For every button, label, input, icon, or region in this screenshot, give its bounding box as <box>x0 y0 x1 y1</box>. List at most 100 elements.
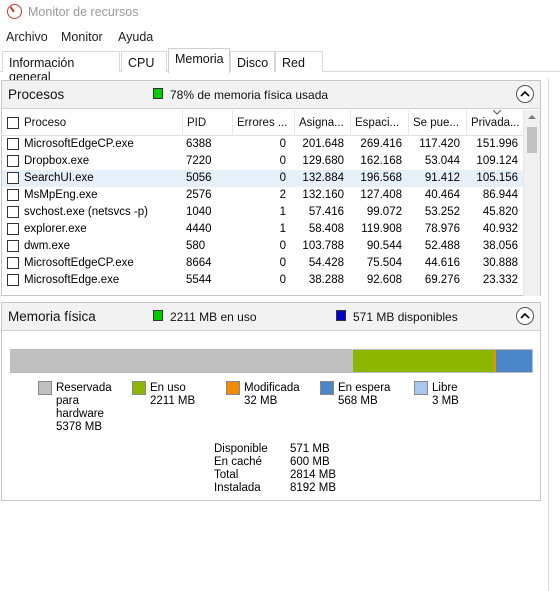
memory-bar-segment-reserved <box>11 350 354 372</box>
row-checkbox[interactable] <box>7 172 19 184</box>
row-checkbox[interactable] <box>7 223 19 235</box>
tab-informacion-general[interactable]: Información general <box>2 51 120 84</box>
row-checkbox[interactable] <box>7 189 19 201</box>
cell-commit: 54.428 <box>308 257 344 269</box>
summary-label: Disponible <box>214 443 268 455</box>
cell-working: 99.072 <box>366 206 402 218</box>
cell-errors: 1 <box>279 206 286 218</box>
tab-disco[interactable]: Disco <box>230 51 275 72</box>
tab-cpu[interactable]: CPU <box>121 51 167 72</box>
cell-pid: 2576 <box>186 189 212 201</box>
cell-name: MicrosoftEdgeCP.exe <box>24 257 134 269</box>
legend-label-in-use: En uso <box>150 382 186 394</box>
cell-working: 75.504 <box>366 257 402 269</box>
cell-working: 196.568 <box>360 172 402 184</box>
tab-red[interactable]: Red <box>275 51 323 72</box>
cell-pid: 7220 <box>186 155 212 167</box>
cell-private: 105.156 <box>476 172 518 184</box>
chevron-up-icon <box>520 90 530 97</box>
table-row[interactable]: Dropbox.exe 7220 0 129.680 162.168 53.044 109.… <box>2 153 524 170</box>
processes-panel: Procesos 78% de memoria física usada Pro… <box>1 80 541 296</box>
processes-panel-header[interactable]: Procesos 78% de memoria física usada <box>2 81 540 109</box>
legend-value-in-use: 2211 MB <box>150 395 196 407</box>
table-row[interactable]: explorer.exe 4440 1 58.408 119.908 78.976 40.9… <box>2 221 524 238</box>
row-checkbox[interactable] <box>7 138 19 150</box>
column-asignacion[interactable]: Asigna... <box>294 110 350 136</box>
cell-private: 38.056 <box>482 240 518 252</box>
summary-row-en-cache: En caché 600 MB <box>214 456 374 469</box>
summary-value: 8192 MB <box>290 482 337 494</box>
cell-name: svchost.exe (netsvcs -p) <box>24 206 148 218</box>
table-row[interactable]: dwm.exe 580 0 103.788 90.544 52.488 38.056 <box>2 238 524 255</box>
summary-row-disponible: Disponible 571 MB <box>214 443 374 456</box>
scroll-thumb[interactable] <box>527 127 537 153</box>
cell-name: Dropbox.exe <box>24 155 90 167</box>
column-proceso[interactable]: Proceso <box>20 110 182 136</box>
processes-scrollbar[interactable] <box>523 110 540 296</box>
legend-swatch-standby <box>320 381 334 395</box>
in-use-text: 2211 MB en uso <box>170 310 257 324</box>
chevron-up-icon <box>520 312 530 319</box>
row-checkbox[interactable] <box>7 274 19 286</box>
cell-pid: 5544 <box>186 274 212 286</box>
tab-strip: Información general CPU Memoria Disco Re… <box>0 48 560 84</box>
scroll-up-icon <box>528 115 536 119</box>
cell-pid: 1040 <box>186 206 212 218</box>
row-checkbox[interactable] <box>7 240 19 252</box>
cell-working: 127.408 <box>360 189 402 201</box>
cell-errors: 1 <box>279 223 286 235</box>
column-pid[interactable]: PID <box>182 110 232 136</box>
processes-table: Proceso PID Errores ... Asigna... Espaci… <box>2 110 524 289</box>
table-row[interactable]: MicrosoftEdgeCP.exe 8664 0 54.428 75.504 44.6… <box>2 255 524 272</box>
cell-name: MsMpEng.exe <box>24 189 98 201</box>
processes-collapse-button[interactable] <box>516 85 534 103</box>
cell-pid: 8664 <box>186 257 212 269</box>
cell-private: 30.888 <box>482 257 518 269</box>
summary-row-total: Total 2814 MB <box>214 469 374 482</box>
physical-memory-header[interactable]: Memoria física 2211 MB en uso 571 MB dis… <box>2 303 540 331</box>
tab-memoria[interactable]: Memoria <box>168 48 230 73</box>
menu-ayuda[interactable]: Ayuda <box>118 30 153 44</box>
memory-bar-segment-in_use <box>353 350 494 372</box>
legend-label-modified: Modificada <box>244 382 300 394</box>
physical-memory-panel: Memoria física 2211 MB en uso 571 MB dis… <box>1 302 541 501</box>
table-row[interactable]: SearchUI.exe 5056 0 132.884 196.568 91.412 105… <box>2 170 524 187</box>
cell-name: MicrosoftEdge.exe <box>24 274 120 286</box>
select-all-checkbox[interactable] <box>7 117 19 129</box>
column-errores[interactable]: Errores ... <box>232 110 294 136</box>
summary-label: Instalada <box>214 482 261 494</box>
legend-label-free: Libre <box>432 382 458 394</box>
column-espacio[interactable]: Espaci... <box>350 110 408 136</box>
cell-pid: 5056 <box>186 172 212 184</box>
cell-errors: 0 <box>279 138 286 150</box>
menu-monitor[interactable]: Monitor <box>61 30 103 44</box>
processes-table-header: Proceso PID Errores ... Asigna... Espaci… <box>2 110 524 136</box>
cell-name: SearchUI.exe <box>24 172 94 184</box>
memory-usage-text: 78% de memoria física usada <box>170 88 329 102</box>
table-row[interactable]: MsMpEng.exe 2576 2 132.160 127.408 40.464 86.9… <box>2 187 524 204</box>
sort-descending-icon <box>493 110 501 115</box>
row-checkbox[interactable] <box>7 257 19 269</box>
table-row[interactable]: svchost.exe (netsvcs -p) 1040 1 57.416 99.07… <box>2 204 524 221</box>
physical-memory-collapse-button[interactable] <box>516 307 534 325</box>
column-se-puede[interactable]: Se pue... <box>408 110 466 136</box>
table-row[interactable]: MicrosoftEdge.exe 5544 0 38.288 92.608 69.276… <box>2 272 524 289</box>
cell-shareable: 52.488 <box>424 240 460 252</box>
cell-shareable: 117.420 <box>419 138 460 150</box>
cell-private: 109.124 <box>476 155 518 167</box>
cell-shareable: 69.276 <box>424 274 460 286</box>
cell-commit: 38.288 <box>308 274 344 286</box>
legend-value-reserved: 5378 MB <box>56 421 103 433</box>
menu-archivo[interactable]: Archivo <box>6 30 48 44</box>
cell-errors: 0 <box>279 240 286 252</box>
memory-usage-indicator <box>153 88 163 99</box>
legend-label-reserved: Reservada para hardware <box>56 382 112 420</box>
in-use-indicator <box>153 310 163 321</box>
row-checkbox[interactable] <box>7 155 19 167</box>
cell-working: 269.416 <box>360 138 402 150</box>
cell-errors: 2 <box>279 189 286 201</box>
row-checkbox[interactable] <box>7 206 19 218</box>
processes-rows: MicrosoftEdgeCP.exe 6388 0 201.648 269.416 11… <box>2 136 524 289</box>
table-row[interactable]: MicrosoftEdgeCP.exe 6388 0 201.648 269.416 11… <box>2 136 524 153</box>
cell-shareable: 53.044 <box>424 155 460 167</box>
